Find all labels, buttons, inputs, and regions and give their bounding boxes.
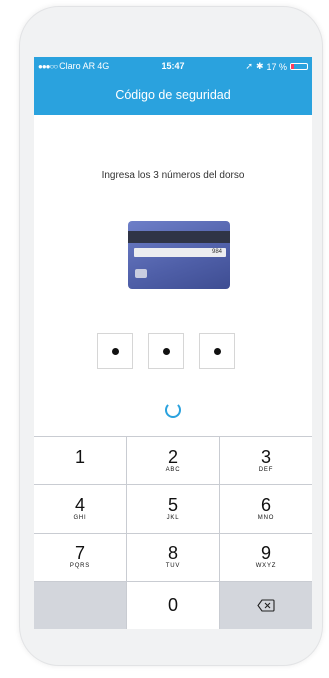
key-number: 1: [74, 446, 85, 467]
pin-digit-2[interactable]: [148, 333, 184, 369]
battery-label: 17 %: [266, 61, 287, 72]
bluetooth-icon: ✱: [255, 61, 264, 71]
key-2[interactable]: 2 ABC: [127, 437, 219, 485]
key-letters: PQRS: [69, 563, 91, 570]
magnetic-stripe: [128, 231, 230, 243]
key-1[interactable]: 1: [34, 437, 126, 485]
key-8[interactable]: 8 TUV: [127, 533, 219, 581]
loading-spinner-icon: [165, 402, 181, 418]
page-title: Código de seguridad: [115, 88, 231, 102]
key-number: 3: [260, 446, 271, 467]
battery-icon: [290, 63, 308, 70]
backspace-icon: [257, 599, 275, 612]
key-9[interactable]: 9 WXYZ: [220, 533, 312, 581]
numeric-keypad: 1 2 ABC 3 DEF 4 GHI 5 JKL 6 MNO 7 PQRS 8…: [34, 436, 312, 629]
key-7[interactable]: 7 PQRS: [34, 533, 126, 581]
card-code-label: 984: [211, 249, 222, 255]
key-4[interactable]: 4 GHI: [34, 485, 126, 533]
key-letters: MNO: [257, 514, 275, 521]
card-back-illustration: 984: [128, 221, 230, 289]
key-6[interactable]: 6 MNO: [220, 485, 312, 533]
instruction-text: Ingresa los 3 números del dorso: [101, 170, 245, 181]
key-number: 8: [167, 543, 178, 564]
status-right: ➚ ✱ 17 %: [245, 61, 308, 72]
pin-digit-3[interactable]: [199, 333, 235, 369]
key-letters: DEF: [258, 466, 274, 473]
delete-key[interactable]: [220, 581, 312, 629]
card-chip: [135, 269, 147, 278]
key-letters: WXYZ: [255, 563, 277, 570]
location-icon: ➚: [245, 61, 253, 71]
pin-input[interactable]: [97, 333, 235, 369]
key-number: 9: [260, 543, 271, 564]
phone-frame: ●●●○○ Claro AR 4G 15:47 ➚ ✱ 17 % Código …: [19, 6, 323, 666]
key-5[interactable]: 5 JKL: [127, 485, 219, 533]
status-bar: ●●●○○ Claro AR 4G 15:47 ➚ ✱ 17 %: [34, 57, 312, 75]
pin-digit-1[interactable]: [97, 333, 133, 369]
key-number: 5: [167, 494, 178, 515]
key-number: 7: [74, 543, 85, 564]
signature-strip: 984: [134, 248, 226, 257]
key-blank: [34, 581, 126, 629]
pin-dot: [213, 347, 221, 355]
key-number: 4: [74, 494, 85, 515]
key-3[interactable]: 3 DEF: [220, 437, 312, 485]
key-number: 2: [167, 446, 178, 467]
pin-dot: [162, 347, 170, 355]
key-number: 0: [167, 595, 178, 616]
key-0[interactable]: 0: [127, 581, 219, 629]
pin-dot: [111, 347, 119, 355]
key-letters: JKL: [166, 514, 180, 521]
key-letters: ABC: [165, 466, 181, 473]
key-number: 6: [260, 494, 271, 515]
nav-bar: Código de seguridad: [34, 75, 312, 115]
screen: ●●●○○ Claro AR 4G 15:47 ➚ ✱ 17 % Código …: [34, 57, 312, 629]
key-letters: TUV: [165, 563, 181, 570]
battery-fill: [291, 64, 294, 69]
key-letters: GHI: [73, 514, 87, 521]
